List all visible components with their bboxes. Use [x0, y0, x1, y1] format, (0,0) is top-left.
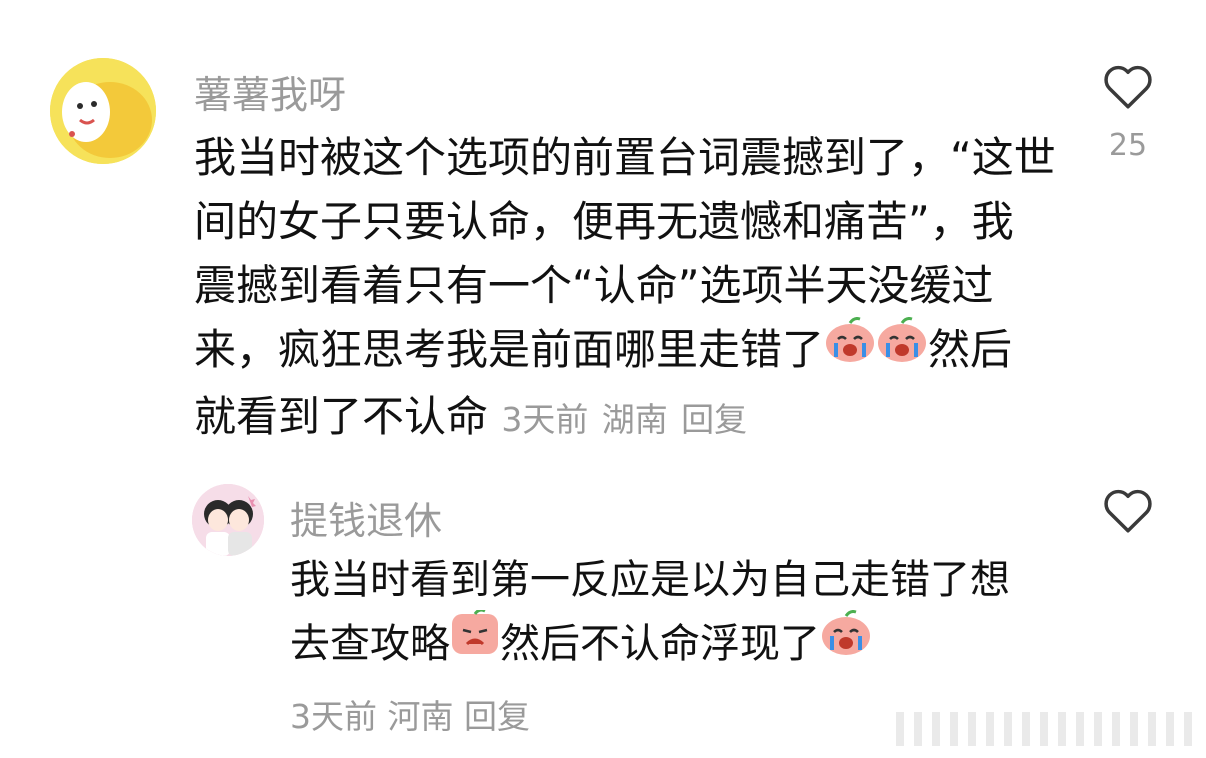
- watermark: [896, 712, 1196, 746]
- comment-line: 来，疯狂思考我是前面哪里走错了 然后: [194, 316, 1056, 385]
- avatar[interactable]: [192, 484, 264, 556]
- heart-outline-icon: [1104, 489, 1152, 533]
- avatar[interactable]: [50, 58, 156, 164]
- comment-line: 去查攻略 然后不认命浮现了: [290, 608, 1010, 679]
- comment-fragment: 然后: [928, 325, 1013, 374]
- username[interactable]: 提钱退休: [290, 490, 442, 545]
- comment-fragment: 来，疯狂思考我是前面哪里走错了: [194, 325, 825, 374]
- comment-line: 我当时被这个选项的前置台词震撼到了，“这世: [194, 133, 1056, 182]
- comment-fragment: 然后不认命浮现了: [500, 621, 820, 667]
- avatar-image: [50, 58, 156, 164]
- comment-location: 河南: [387, 697, 454, 736]
- avatar-image: [192, 484, 264, 556]
- comment-line: 间的女子只要认命，便再无遗憾和痛苦”，我: [194, 197, 1014, 246]
- comment-text: 我当时看到第一反应是以为自己走错了想 去查攻略 然后不认命浮现了: [290, 548, 1010, 679]
- comment-time: 3天前: [501, 399, 589, 439]
- username[interactable]: 薯薯我呀: [194, 64, 346, 119]
- comment-location: 湖南: [601, 399, 668, 439]
- comment-line: 就看到了不认命 3天前 湖南 回复: [194, 385, 1056, 452]
- comment-fragment: 去查攻略: [290, 621, 450, 667]
- like-count: 25: [1108, 128, 1148, 163]
- comment-line: 我当时看到第一反应是以为自己走错了想: [290, 557, 1010, 603]
- comment-text: 我当时被这个选项的前置台词震撼到了，“这世 间的女子只要认命，便再无遗憾和痛苦”…: [194, 126, 1056, 452]
- comment-line: 震撼到看着只有一个“认命”选项半天没缓过: [194, 261, 994, 310]
- reply-button[interactable]: 回复: [681, 400, 747, 439]
- crying-peach-emoji-icon: [876, 316, 928, 381]
- reply-button[interactable]: 回复: [464, 697, 530, 736]
- like-button[interactable]: 25: [1096, 62, 1160, 163]
- crying-peach-emoji-icon: [820, 609, 872, 675]
- heart-outline-icon: [1104, 65, 1152, 109]
- comment-fragment: 就看到了不认命: [194, 391, 489, 441]
- comment-meta: 3天前 河南 回复: [290, 690, 530, 738]
- comment-time: 3天前: [290, 697, 377, 736]
- crying-peach-emoji-icon: [824, 316, 876, 381]
- like-button[interactable]: [1096, 486, 1160, 538]
- crying-peach-emoji-icon: [450, 608, 500, 675]
